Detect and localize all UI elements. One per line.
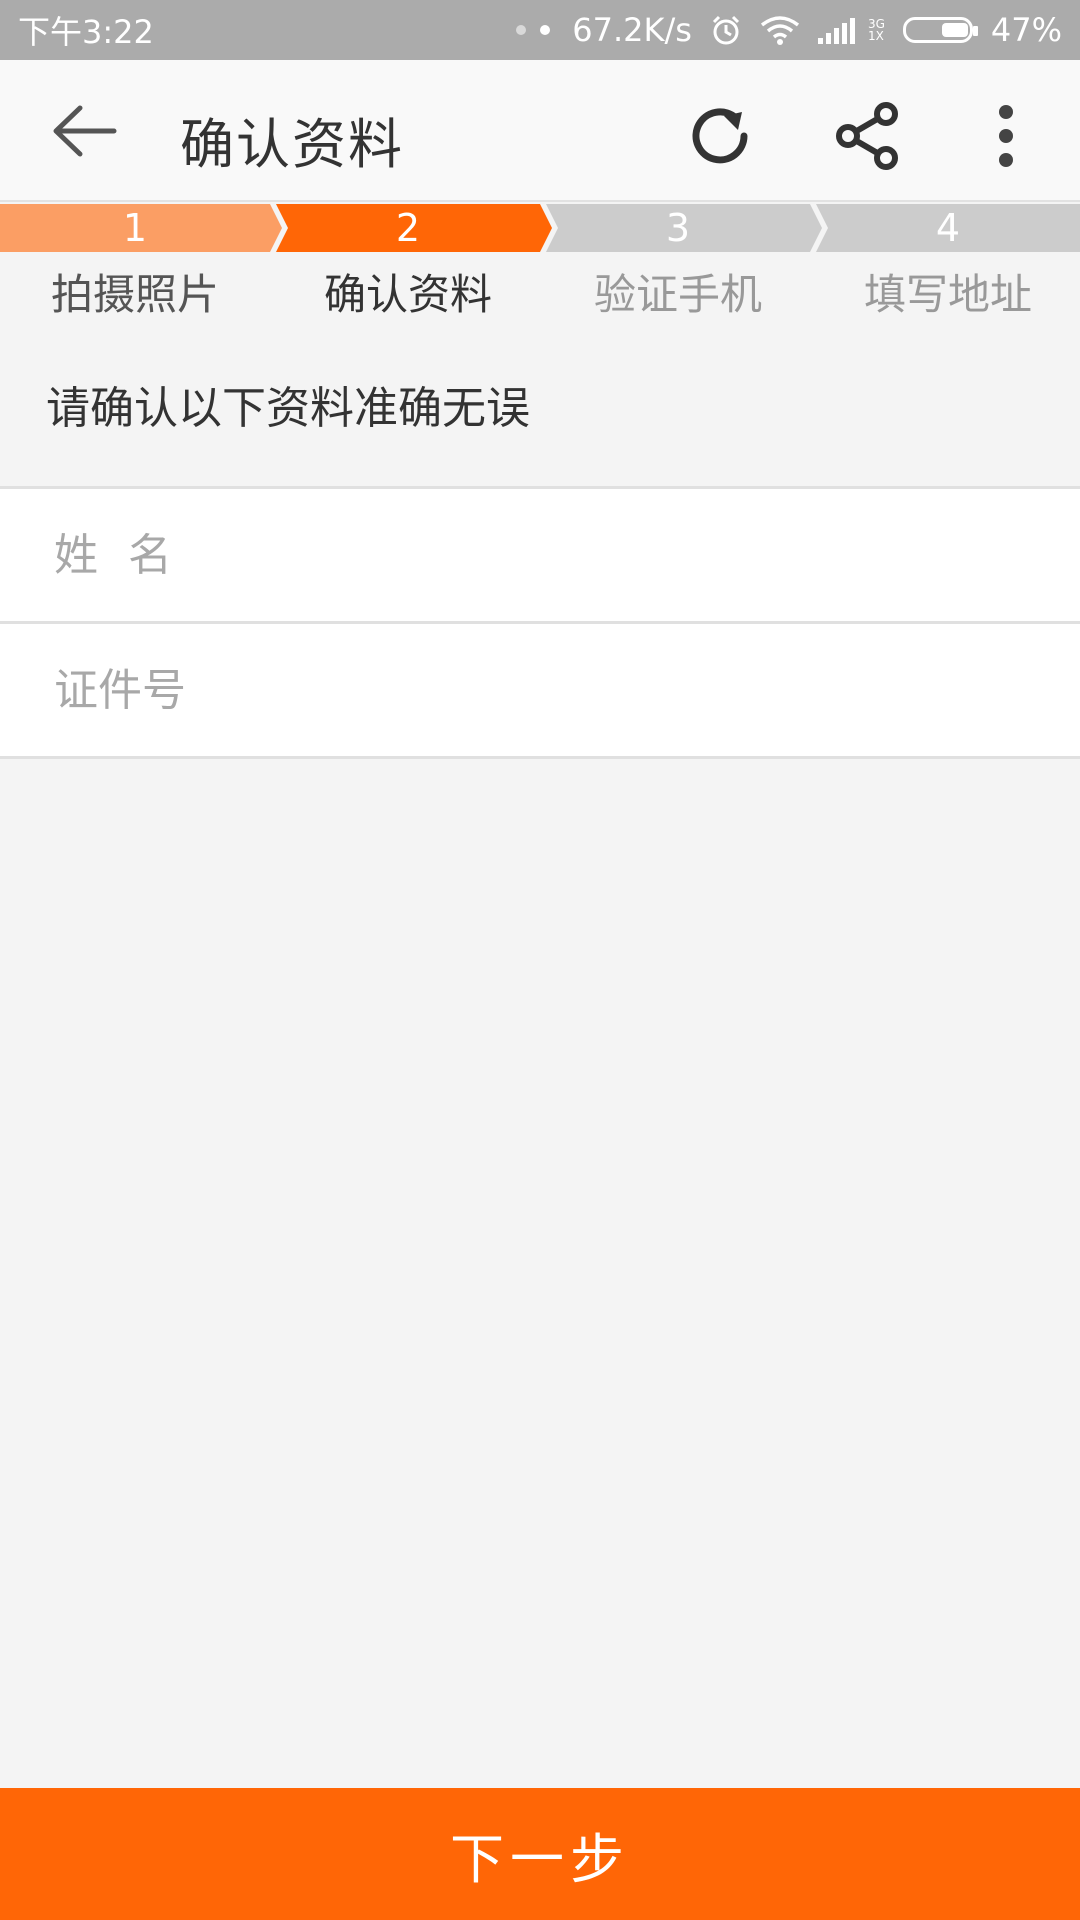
name-row <box>0 489 1080 624</box>
more-button[interactable] <box>976 96 1036 176</box>
step-progress-bar: 1 2 3 4 <box>0 204 1080 252</box>
step-number-2: 2 <box>395 206 421 250</box>
battery-icon <box>902 17 978 43</box>
step-labels: 拍摄照片 确认资料 验证手机 填写地址 <box>0 262 1080 328</box>
id-number-row <box>0 624 1080 759</box>
name-input[interactable] <box>54 529 1014 581</box>
step-number-3: 3 <box>665 206 691 250</box>
id-number-input[interactable] <box>54 664 1014 716</box>
refresh-button[interactable] <box>680 96 760 176</box>
network-type: 3G 1X <box>867 17 885 43</box>
step-number-1: 1 <box>122 206 148 250</box>
step-number-4: 4 <box>935 206 961 250</box>
back-button[interactable] <box>48 98 120 164</box>
wifi-icon <box>760 15 800 45</box>
signal-icon <box>817 16 858 44</box>
dot-inactive <box>516 25 527 35</box>
step-label-3: 验证手机 <box>593 270 762 319</box>
page-dots <box>516 25 551 35</box>
status-bar: 下午3:22 67.2K/s 3G 1X 47% <box>0 0 1080 60</box>
step-label-2: 确认资料 <box>323 270 492 319</box>
info-form <box>0 486 1080 759</box>
dot-active <box>540 25 551 35</box>
page-title: 确认资料 <box>180 113 404 176</box>
next-step-button[interactable]: 下一步 <box>0 1788 1080 1920</box>
net-speed: 67.2K/s <box>572 11 692 49</box>
app-bar: 确认资料 <box>0 60 1080 202</box>
status-time: 下午3:22 <box>18 13 154 51</box>
step-label-4: 填写地址 <box>863 270 1032 319</box>
more-vertical-icon <box>999 105 1013 167</box>
back-arrow-icon <box>53 105 117 157</box>
alarm-icon <box>710 14 742 46</box>
confirm-prompt: 请确认以下资料准确无误 <box>46 383 530 434</box>
refresh-icon <box>692 108 748 164</box>
battery-percent: 47% <box>990 11 1062 49</box>
share-button[interactable] <box>828 96 908 176</box>
app-root: 下午3:22 67.2K/s 3G 1X 47% 确认资料 1 2 3 4 拍摄… <box>0 0 1080 1920</box>
share-icon <box>836 102 898 170</box>
step-label-1: 拍摄照片 <box>50 270 219 319</box>
